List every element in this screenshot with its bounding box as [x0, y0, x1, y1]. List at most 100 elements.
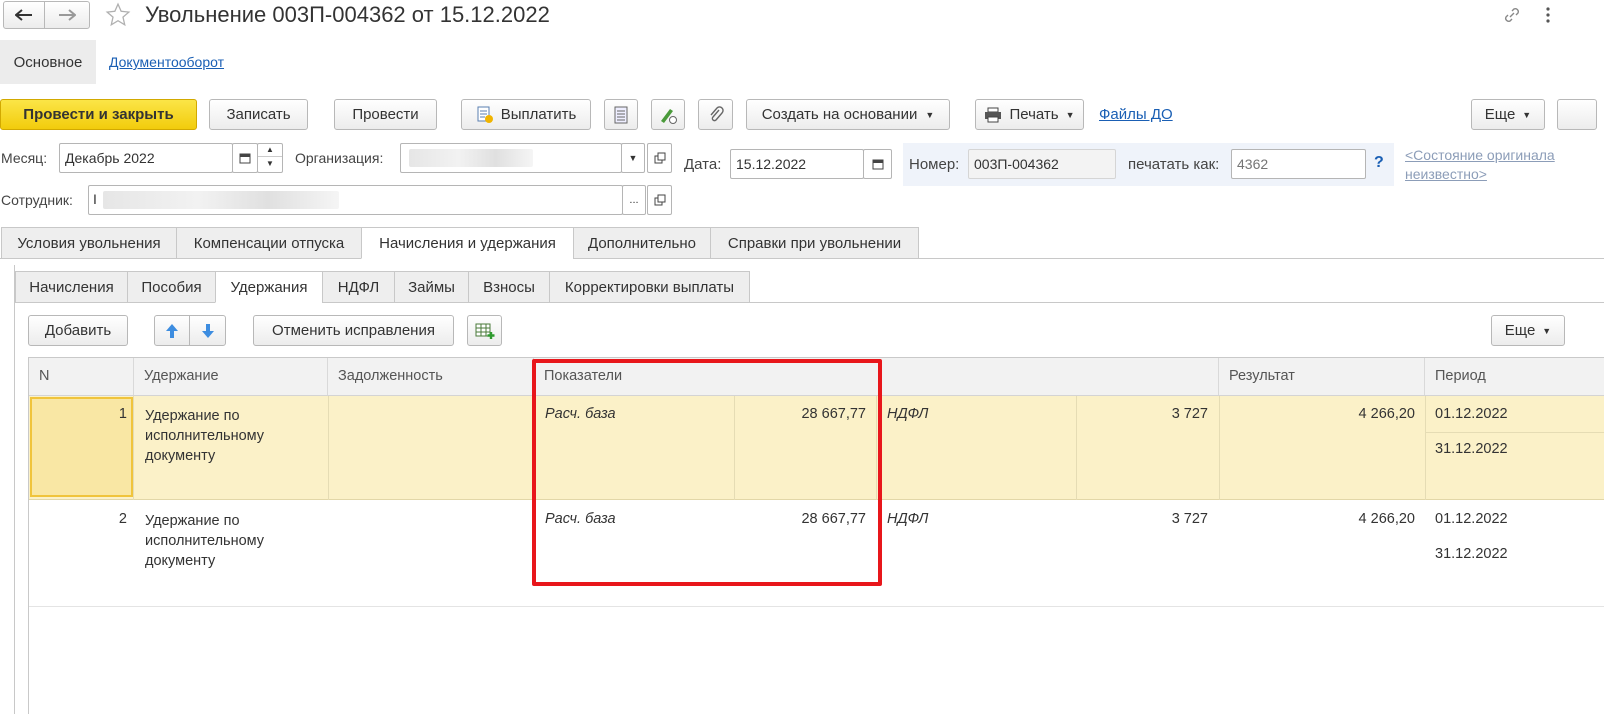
deduction-name[interactable]: Удержание по исполнительному документу	[145, 406, 264, 466]
move-up-button[interactable]	[154, 315, 190, 346]
more-vertical-icon[interactable]	[1538, 3, 1558, 27]
main-tab-label: Дополнительно	[588, 234, 696, 252]
arrow-up-icon	[166, 323, 178, 338]
col-header-debt[interactable]: Задолженность	[328, 358, 534, 395]
sub-tab-deductions[interactable]: Удержания	[215, 271, 323, 303]
link-icon[interactable]	[1500, 3, 1524, 27]
employee-label: Сотрудник:	[1, 192, 73, 208]
main-tab-conditions[interactable]: Условия увольнения	[1, 227, 177, 259]
month-stepper[interactable]: ▲ ▼	[257, 143, 283, 173]
calendar-icon	[239, 153, 251, 164]
sub-tab-loans[interactable]: Займы	[394, 271, 469, 303]
sub-tab-payment-corrections[interactable]: Корректировки выплаты	[549, 271, 750, 303]
employee-field[interactable]: I	[88, 185, 623, 215]
month-field[interactable]: Декабрь 2022	[59, 143, 233, 173]
period-from[interactable]: 01.12.2022	[1435, 406, 1508, 422]
table-more-button[interactable]: Еще ▼	[1491, 315, 1565, 346]
result-value[interactable]: 4 266,20	[1219, 406, 1415, 422]
indicator-2-value[interactable]: 3 727	[1076, 406, 1208, 422]
cancel-fixes-button[interactable]: Отменить исправления	[253, 315, 454, 346]
create-based-button[interactable]: Создать на основании ▼	[746, 99, 950, 130]
org-field[interactable]	[400, 143, 622, 173]
result-value[interactable]: 4 266,20	[1219, 511, 1415, 527]
sign-button[interactable]	[651, 99, 685, 130]
nav-tab-main[interactable]: Основное	[0, 40, 96, 84]
employee-open-button[interactable]	[647, 185, 672, 215]
save-button[interactable]: Записать	[209, 99, 308, 130]
period-to[interactable]: 31.12.2022	[1435, 546, 1508, 562]
col-separator	[328, 396, 329, 500]
sub-tab-ndfl[interactable]: НДФЛ	[322, 271, 395, 303]
deduction-name-line: документу	[145, 553, 216, 569]
nav-tab-docflow[interactable]: Документооборот	[109, 54, 224, 70]
org-dropdown-button[interactable]: ▼	[621, 143, 645, 173]
sub-tab-label: Пособия	[141, 278, 202, 296]
forward-button[interactable]	[44, 1, 90, 29]
more-button[interactable]: Еще ▼	[1471, 99, 1545, 130]
report-icon	[614, 106, 628, 123]
main-tab-label: Условия увольнения	[17, 234, 161, 252]
col-header-period[interactable]: Период	[1425, 358, 1604, 395]
post-and-close-button[interactable]: Провести и закрыть	[0, 99, 197, 130]
add-button[interactable]: Добавить	[28, 315, 128, 346]
period-from[interactable]: 01.12.2022	[1435, 511, 1508, 527]
main-tab-label: Компенсации отпуска	[193, 234, 345, 252]
main-tab-certificates[interactable]: Справки при увольнении	[710, 227, 919, 259]
stepper-down-icon[interactable]: ▼	[258, 157, 282, 171]
sub-tab-benefits[interactable]: Пособия	[127, 271, 216, 303]
page-title: Увольнение 003П-004362 от 15.12.2022	[145, 2, 550, 27]
row-number: 1	[118, 406, 127, 422]
period-to[interactable]: 31.12.2022	[1435, 441, 1508, 457]
indicator-2-name[interactable]: НДФЛ	[887, 511, 928, 527]
sub-tab-label: Начисления	[29, 278, 114, 296]
date-calendar-button[interactable]	[863, 149, 892, 179]
pay-button[interactable]: Выплатить	[461, 99, 591, 130]
main-tab-accruals-deductions[interactable]: Начисления и удержания	[361, 227, 574, 259]
sub-tab-label: Удержания	[230, 278, 308, 296]
employee-select-button[interactable]: ...	[622, 185, 646, 215]
main-tab-additional[interactable]: Дополнительно	[573, 227, 711, 259]
sub-tab-contributions[interactable]: Взносы	[468, 271, 550, 303]
month-calendar-button[interactable]	[232, 143, 258, 173]
sub-tab-accruals[interactable]: Начисления	[15, 271, 128, 303]
create-based-label: Создать на основании	[761, 106, 918, 123]
nav-tab-main-label: Основное	[13, 53, 83, 71]
chevron-down-icon: ▼	[925, 109, 935, 120]
help-icon[interactable]: ?	[1374, 154, 1384, 172]
number-field[interactable]: 003П-004362	[968, 149, 1116, 179]
attach-button[interactable]	[698, 99, 733, 130]
save-label: Записать	[226, 106, 291, 123]
main-tab-label: Справки при увольнении	[727, 234, 902, 252]
row-number: 2	[118, 511, 127, 527]
calendar-icon	[872, 159, 883, 170]
print-button[interactable]: Печать ▼	[975, 99, 1084, 130]
chevron-down-icon: ▼	[1522, 109, 1532, 120]
move-down-button[interactable]	[189, 315, 226, 346]
indicator-2-name[interactable]: НДФЛ	[887, 406, 928, 422]
main-tab-vacation-comp[interactable]: Компенсации отпуска	[176, 227, 362, 259]
col-header-deduction[interactable]: Удержание	[134, 358, 328, 395]
post-button[interactable]: Провести	[334, 99, 437, 130]
original-state-link-line2[interactable]: неизвестно>	[1405, 166, 1487, 182]
date-field[interactable]: 15.12.2022	[730, 149, 864, 179]
deduction-name-line: исполнительному	[145, 533, 265, 549]
extra-button[interactable]	[1557, 99, 1597, 130]
add-row-table-button[interactable]	[467, 315, 502, 346]
stepper-up-icon[interactable]: ▲	[258, 144, 282, 157]
paperclip-icon	[709, 105, 724, 121]
add-label: Добавить	[44, 322, 112, 339]
col-header-n[interactable]: N	[29, 358, 134, 395]
indicator-2-value[interactable]: 3 727	[1076, 511, 1208, 527]
pen-sign-icon	[661, 108, 677, 124]
favorite-star-icon[interactable]	[104, 1, 132, 29]
back-button[interactable]	[3, 1, 45, 29]
original-state-link-line1[interactable]: <Состояние оригинала	[1405, 147, 1555, 163]
files-do-link[interactable]: Файлы ДО	[1099, 106, 1173, 123]
print-as-input[interactable]	[1231, 149, 1366, 179]
org-open-button[interactable]	[647, 143, 672, 173]
col-header-result[interactable]: Результат	[1219, 358, 1425, 395]
report-button[interactable]	[604, 99, 638, 130]
sub-tab-label: НДФЛ	[337, 278, 380, 296]
deduction-name[interactable]: Удержание по исполнительному документу	[145, 511, 264, 571]
arrow-left-icon	[15, 9, 32, 21]
